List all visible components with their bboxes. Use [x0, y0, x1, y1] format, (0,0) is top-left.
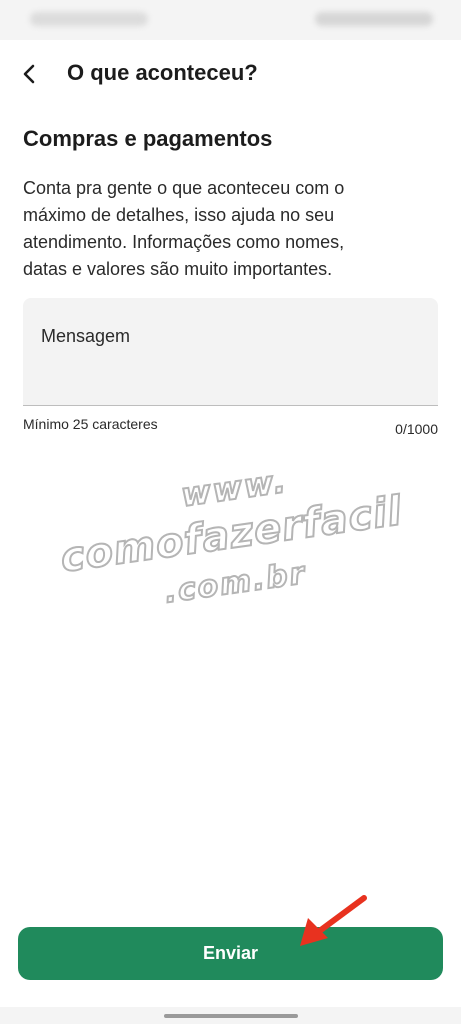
section-title: Compras e pagamentos: [23, 126, 273, 151]
character-counter: 0/1000: [395, 421, 438, 437]
min-characters-helper: Mínimo 25 caracteres: [23, 416, 158, 432]
navigation-bar: [0, 1007, 461, 1024]
back-button[interactable]: [10, 54, 50, 94]
description-text: Conta pra gente o que aconteceu com o má…: [23, 175, 441, 283]
home-indicator[interactable]: [164, 1014, 298, 1018]
description-line: máximo de detalhes, isso ajuda no seu: [23, 205, 335, 225]
description-line: datas e valores são muito importantes.: [23, 259, 333, 279]
send-button[interactable]: Enviar: [18, 927, 443, 980]
description-line: atendimento. Informações como nomes,: [23, 232, 345, 252]
status-bar-blurred-right: [315, 12, 433, 26]
app-header: O que aconteceu?: [0, 40, 461, 104]
status-bar: [0, 0, 461, 40]
message-input[interactable]: [23, 298, 438, 406]
description-line: Conta pra gente o que aconteceu com o: [23, 178, 345, 198]
status-bar-blurred-left: [30, 12, 148, 26]
chevron-left-icon: [23, 64, 35, 84]
page-title: O que aconteceu?: [67, 60, 258, 85]
